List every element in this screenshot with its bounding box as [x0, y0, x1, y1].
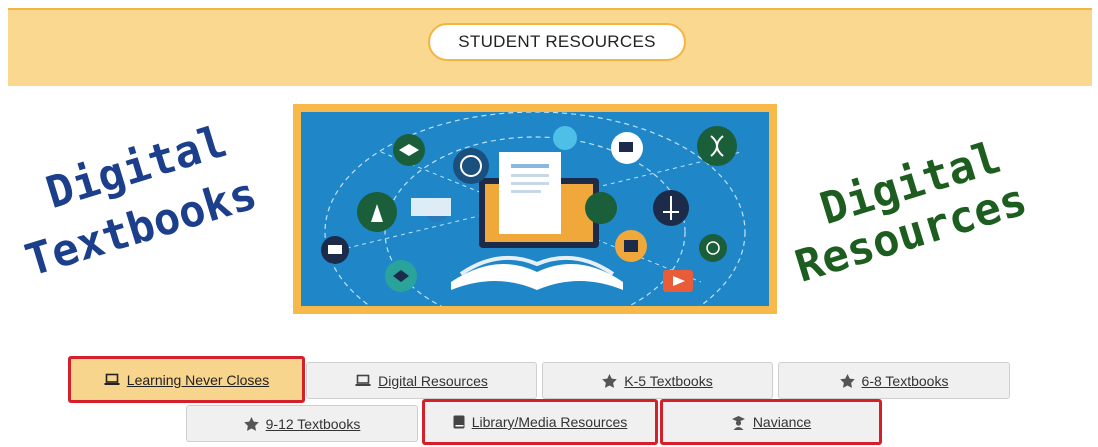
- 9-12-textbooks-button[interactable]: 9-12 Textbooks: [186, 405, 418, 442]
- k5-textbooks-button[interactable]: K-5 Textbooks: [542, 362, 773, 399]
- digital-resources-label: Digital Resources: [378, 372, 488, 389]
- laptop-icon: [104, 373, 120, 386]
- education-illustration: [301, 112, 769, 306]
- naviance-label: Naviance: [752, 414, 812, 430]
- library-media-resources-button[interactable]: Library/Media Resources: [422, 399, 658, 445]
- 6-8-textbooks-button[interactable]: 6-8 Textbooks: [778, 362, 1010, 399]
- laptop-icon: [355, 374, 371, 387]
- star-icon: [839, 373, 855, 388]
- star-icon: [602, 373, 618, 388]
- graduate-icon: [731, 415, 746, 430]
- star-icon: [243, 416, 259, 431]
- book-icon: [453, 415, 465, 429]
- 6-8-textbooks-label: 6-8 Textbooks: [861, 372, 949, 389]
- learning-never-closes-label: Learning Never Closes: [126, 371, 270, 388]
- digital-resources-button[interactable]: Digital Resources: [306, 362, 537, 399]
- learning-never-closes-button[interactable]: Learning Never Closes: [68, 356, 305, 403]
- 9-12-textbooks-label: 9-12 Textbooks: [265, 415, 361, 432]
- header-banner: STUDENT RESOURCES: [8, 8, 1092, 86]
- library-media-resources-label: Library/Media Resources: [471, 414, 628, 430]
- k5-textbooks-label: K-5 Textbooks: [624, 372, 713, 389]
- naviance-button[interactable]: Naviance: [660, 399, 882, 445]
- hero-illustration: [293, 104, 777, 314]
- page-title: STUDENT RESOURCES: [428, 23, 686, 61]
